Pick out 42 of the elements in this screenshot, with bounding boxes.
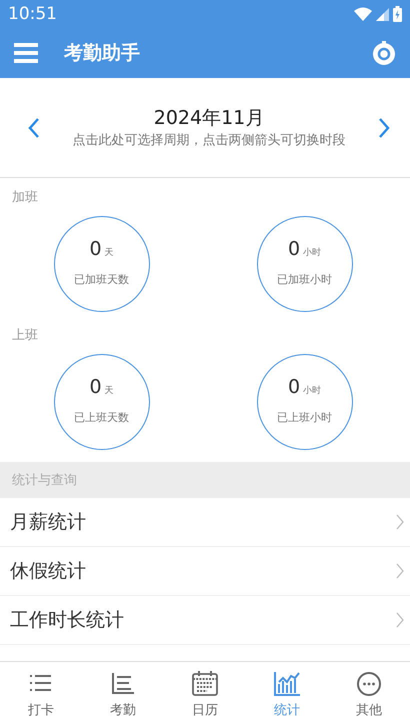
stat-value: 0: [288, 376, 300, 398]
stat-value: 0: [89, 238, 102, 260]
more-icon: [355, 671, 383, 697]
stat-value: 0: [89, 376, 102, 398]
chevron-icon: [396, 514, 404, 530]
section-label: 上班: [11, 327, 39, 344]
section-label: 加班: [11, 189, 39, 206]
nav-tab[interactable]: 统计: [246, 662, 328, 728]
chevron-icon: [396, 612, 404, 628]
period-hint: 点击此处可选择周期，点击两侧箭头可切换时段: [72, 132, 346, 150]
period-title[interactable]: 2024年11月: [70, 105, 348, 131]
chart-icon: [273, 671, 301, 697]
wifi-icon: [354, 7, 372, 21]
stat-value: 0: [288, 238, 300, 260]
signal-icon: [376, 8, 389, 20]
nav-tab[interactable]: 其他: [328, 662, 410, 728]
stat-label: 已上班天数: [74, 410, 129, 424]
calendar-icon: [191, 671, 219, 697]
timer-button[interactable]: [372, 41, 396, 65]
stat-unit: 小时: [303, 384, 322, 396]
stat-label: 已上班小时: [277, 410, 332, 424]
menu-button[interactable]: [14, 43, 38, 63]
next-button[interactable]: [378, 118, 390, 138]
list-icon: [109, 671, 137, 697]
app-title: 考勤助手: [64, 41, 141, 66]
menu-icon: [14, 43, 38, 63]
stat-label: 已加班天数: [74, 272, 129, 286]
previous-button[interactable]: [28, 118, 40, 138]
chevron-icon: [396, 563, 404, 579]
stat-unit: 天: [104, 384, 114, 396]
ring-icon: [372, 41, 396, 65]
nav-tab[interactable]: 日历: [164, 662, 246, 728]
stat-unit: 天: [104, 246, 114, 258]
chevron-next-icon: [378, 118, 390, 138]
stat-unit: 小时: [303, 246, 322, 258]
chevron-previous-icon: [28, 118, 40, 138]
status-time: 10:51: [8, 4, 57, 24]
stat-label: 已加班小时: [277, 272, 332, 286]
nav-tab[interactable]: 考勤: [82, 662, 164, 728]
nav-tab[interactable]: 打卡: [0, 662, 82, 728]
battery-icon: [393, 6, 402, 22]
section-header: 统计与查询: [0, 462, 410, 498]
